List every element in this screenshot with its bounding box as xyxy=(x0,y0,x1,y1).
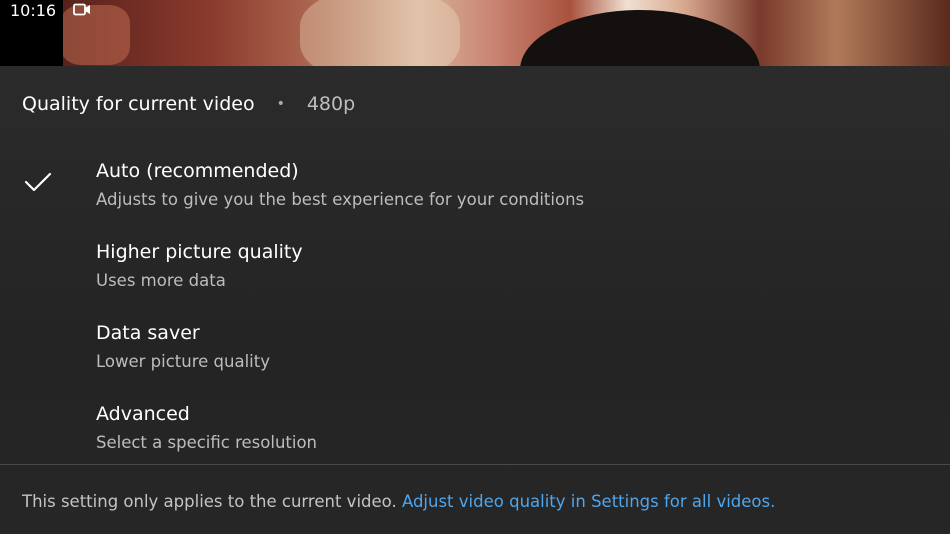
option-auto[interactable]: Auto (recommended) Adjusts to give you t… xyxy=(0,160,950,230)
settings-link[interactable]: Adjust video quality in Settings for all… xyxy=(402,492,775,511)
option-subtitle: Lower picture quality xyxy=(96,352,270,371)
option-title: Data saver xyxy=(96,322,200,344)
option-subtitle: Adjusts to give you the best experience … xyxy=(96,190,585,209)
quality-bottom-sheet: Quality for current video • 480p Auto (r… xyxy=(0,66,950,534)
video-preview xyxy=(0,0,950,66)
sheet-title: Quality for current video xyxy=(22,93,255,115)
option-title: Auto (recommended) xyxy=(96,160,299,182)
checkmark-icon xyxy=(24,172,52,192)
status-time: 10:16 xyxy=(10,1,57,20)
separator-dot: • xyxy=(276,96,285,112)
option-title: Higher picture quality xyxy=(96,241,303,263)
videocam-icon xyxy=(73,3,90,16)
status-bar: 10:16 xyxy=(0,0,63,66)
option-data-saver[interactable]: Data saver Lower picture quality xyxy=(0,322,950,392)
current-resolution: 480p xyxy=(306,93,356,115)
footer-note: This setting only applies to the current… xyxy=(22,492,775,511)
option-advanced[interactable]: Advanced Select a specific resolution xyxy=(0,403,950,473)
option-subtitle: Select a specific resolution xyxy=(96,433,318,452)
option-subtitle: Uses more data xyxy=(96,271,226,290)
divider xyxy=(0,464,950,465)
footer-text: This setting only applies to the current… xyxy=(22,492,402,511)
option-higher-quality[interactable]: Higher picture quality Uses more data xyxy=(0,241,950,311)
sheet-header: Quality for current video • 480p xyxy=(22,92,355,116)
option-title: Advanced xyxy=(96,403,190,425)
